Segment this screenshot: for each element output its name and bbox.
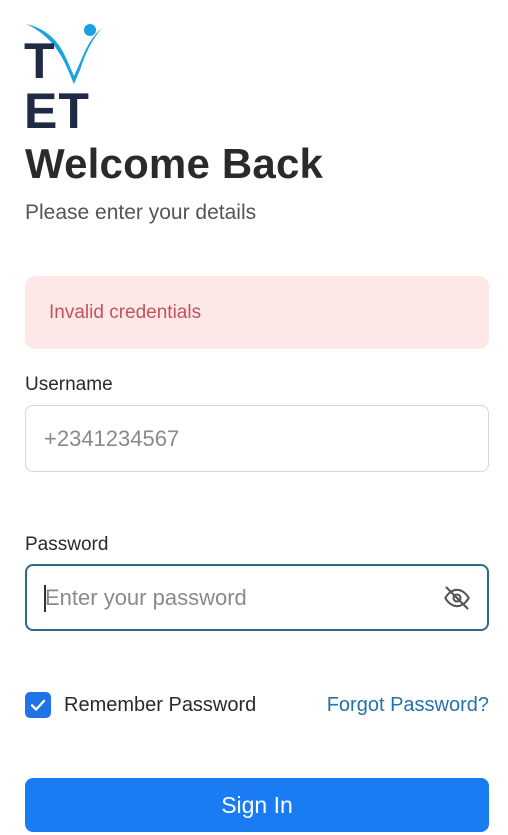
username-field[interactable]	[25, 405, 489, 472]
sign-in-button[interactable]: Sign In	[25, 778, 489, 832]
password-field[interactable]	[25, 564, 489, 631]
tvet-logo: TET	[24, 18, 148, 136]
eye-off-icon[interactable]	[443, 584, 471, 612]
page-title: Welcome Back	[25, 140, 324, 187]
forgot-password-link[interactable]: Forgot Password?	[327, 694, 489, 717]
checkmark-icon	[30, 699, 46, 711]
password-label: Password	[25, 534, 109, 555]
error-alert: Invalid credentials	[25, 276, 489, 349]
error-message: Invalid credentials	[49, 301, 202, 323]
logo-wordmark: TET	[24, 33, 90, 139]
username-label: Username	[25, 374, 113, 395]
login-screen: TET Welcome Back Please enter your detai…	[0, 0, 508, 835]
password-input[interactable]	[45, 566, 445, 629]
remember-label: Remember Password	[64, 693, 257, 716]
remember-checkbox[interactable]	[25, 692, 51, 718]
page-subtitle: Please enter your details	[25, 201, 257, 224]
remember-password-row: Remember Password	[25, 692, 256, 718]
username-input[interactable]	[44, 406, 444, 471]
